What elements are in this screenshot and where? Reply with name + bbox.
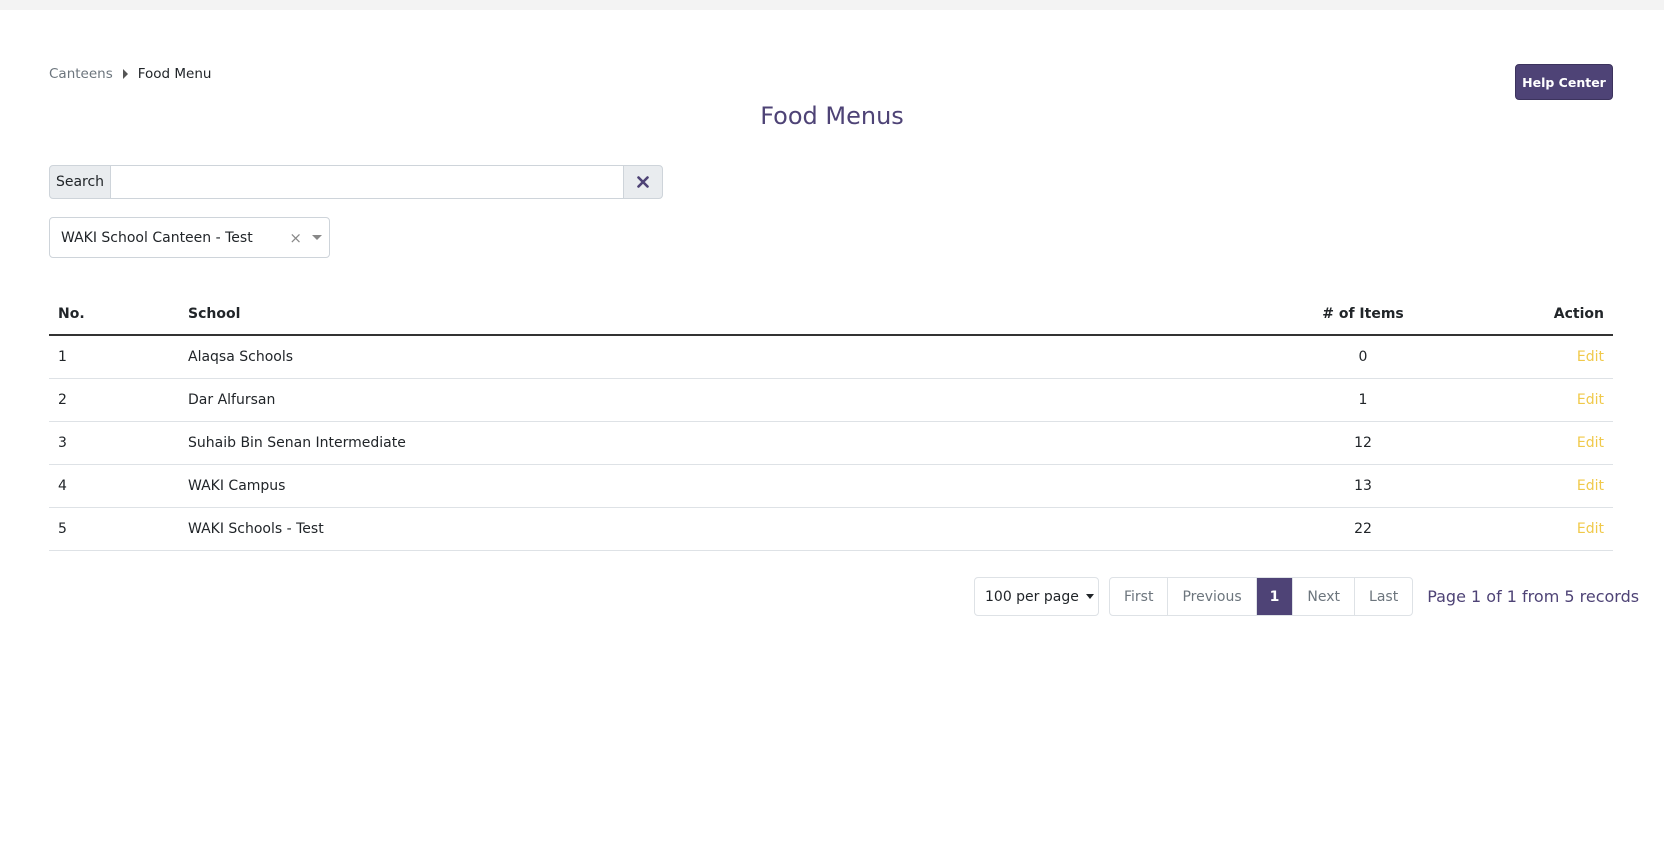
edit-link[interactable]: Edit bbox=[1577, 349, 1604, 365]
top-bar bbox=[0, 0, 1664, 10]
pagination-previous[interactable]: Previous bbox=[1168, 578, 1257, 615]
pagination-current-page[interactable]: 1 bbox=[1256, 578, 1294, 615]
canteen-select[interactable]: WAKI School Canteen - Test × bbox=[49, 217, 330, 258]
page-info: Page 1 of 1 from 5 records bbox=[1427, 587, 1640, 606]
canteen-select-value: WAKI School Canteen - Test bbox=[61, 229, 253, 246]
edit-link[interactable]: Edit bbox=[1577, 392, 1604, 408]
breadcrumb-current: Food Menu bbox=[137, 66, 212, 82]
edit-link[interactable]: Edit bbox=[1577, 435, 1604, 451]
per-page-label: 100 per page bbox=[985, 588, 1079, 605]
row-no: 1 bbox=[49, 335, 179, 379]
search-label: Search bbox=[49, 165, 111, 199]
row-items: 13 bbox=[1263, 464, 1463, 508]
clear-search-button[interactable] bbox=[623, 165, 663, 199]
table-header-row: No. School # of Items Action bbox=[49, 293, 1613, 336]
header-school: School bbox=[179, 293, 1263, 336]
row-school: WAKI Schools - Test bbox=[179, 507, 1263, 551]
pagination-next[interactable]: Next bbox=[1293, 578, 1356, 615]
table-row: 3 Suhaib Bin Senan Intermediate 12 Edit bbox=[49, 421, 1613, 465]
header-action: Action bbox=[1463, 293, 1613, 336]
table-row: 1 Alaqsa Schools 0 Edit bbox=[49, 335, 1613, 379]
close-icon bbox=[637, 176, 649, 188]
row-items: 0 bbox=[1263, 335, 1463, 379]
per-page-dropdown[interactable]: 100 per page bbox=[974, 577, 1099, 616]
search-group: Search bbox=[49, 165, 663, 199]
row-no: 2 bbox=[49, 378, 179, 422]
breadcrumb: Canteens Food Menu bbox=[49, 66, 211, 82]
food-menus-table: No. School # of Items Action 1 Alaqsa Sc… bbox=[49, 293, 1613, 551]
header-no: No. bbox=[49, 293, 179, 336]
row-items: 22 bbox=[1263, 507, 1463, 551]
help-center-button[interactable]: Help Center bbox=[1515, 64, 1613, 100]
caret-right-icon bbox=[122, 69, 128, 79]
table-row: 2 Dar Alfursan 1 Edit bbox=[49, 378, 1613, 422]
row-no: 4 bbox=[49, 464, 179, 508]
pagination-first[interactable]: First bbox=[1110, 578, 1169, 615]
pager: First Previous 1 Next Last bbox=[1109, 577, 1414, 616]
row-school: Alaqsa Schools bbox=[179, 335, 1263, 379]
row-school: Dar Alfursan bbox=[179, 378, 1263, 422]
edit-link[interactable]: Edit bbox=[1577, 478, 1604, 494]
table-row: 4 WAKI Campus 13 Edit bbox=[49, 464, 1613, 508]
edit-link[interactable]: Edit bbox=[1577, 521, 1604, 537]
pagination-bar: 100 per page First Previous 1 Next Last … bbox=[974, 577, 1639, 616]
row-school: WAKI Campus bbox=[179, 464, 1263, 508]
row-school: Suhaib Bin Senan Intermediate bbox=[179, 421, 1263, 465]
row-items: 12 bbox=[1263, 421, 1463, 465]
caret-down-icon bbox=[1085, 594, 1094, 599]
clear-selection-icon[interactable]: × bbox=[289, 229, 302, 247]
row-no: 5 bbox=[49, 507, 179, 551]
page-title: Food Menus bbox=[760, 102, 904, 130]
search-input[interactable] bbox=[111, 165, 623, 199]
header-items: # of Items bbox=[1263, 293, 1463, 336]
breadcrumb-canteens-link[interactable]: Canteens bbox=[49, 66, 113, 82]
chevron-down-icon bbox=[312, 235, 322, 240]
row-items: 1 bbox=[1263, 378, 1463, 422]
pagination-last[interactable]: Last bbox=[1355, 578, 1412, 615]
table-row: 5 WAKI Schools - Test 22 Edit bbox=[49, 507, 1613, 551]
row-no: 3 bbox=[49, 421, 179, 465]
